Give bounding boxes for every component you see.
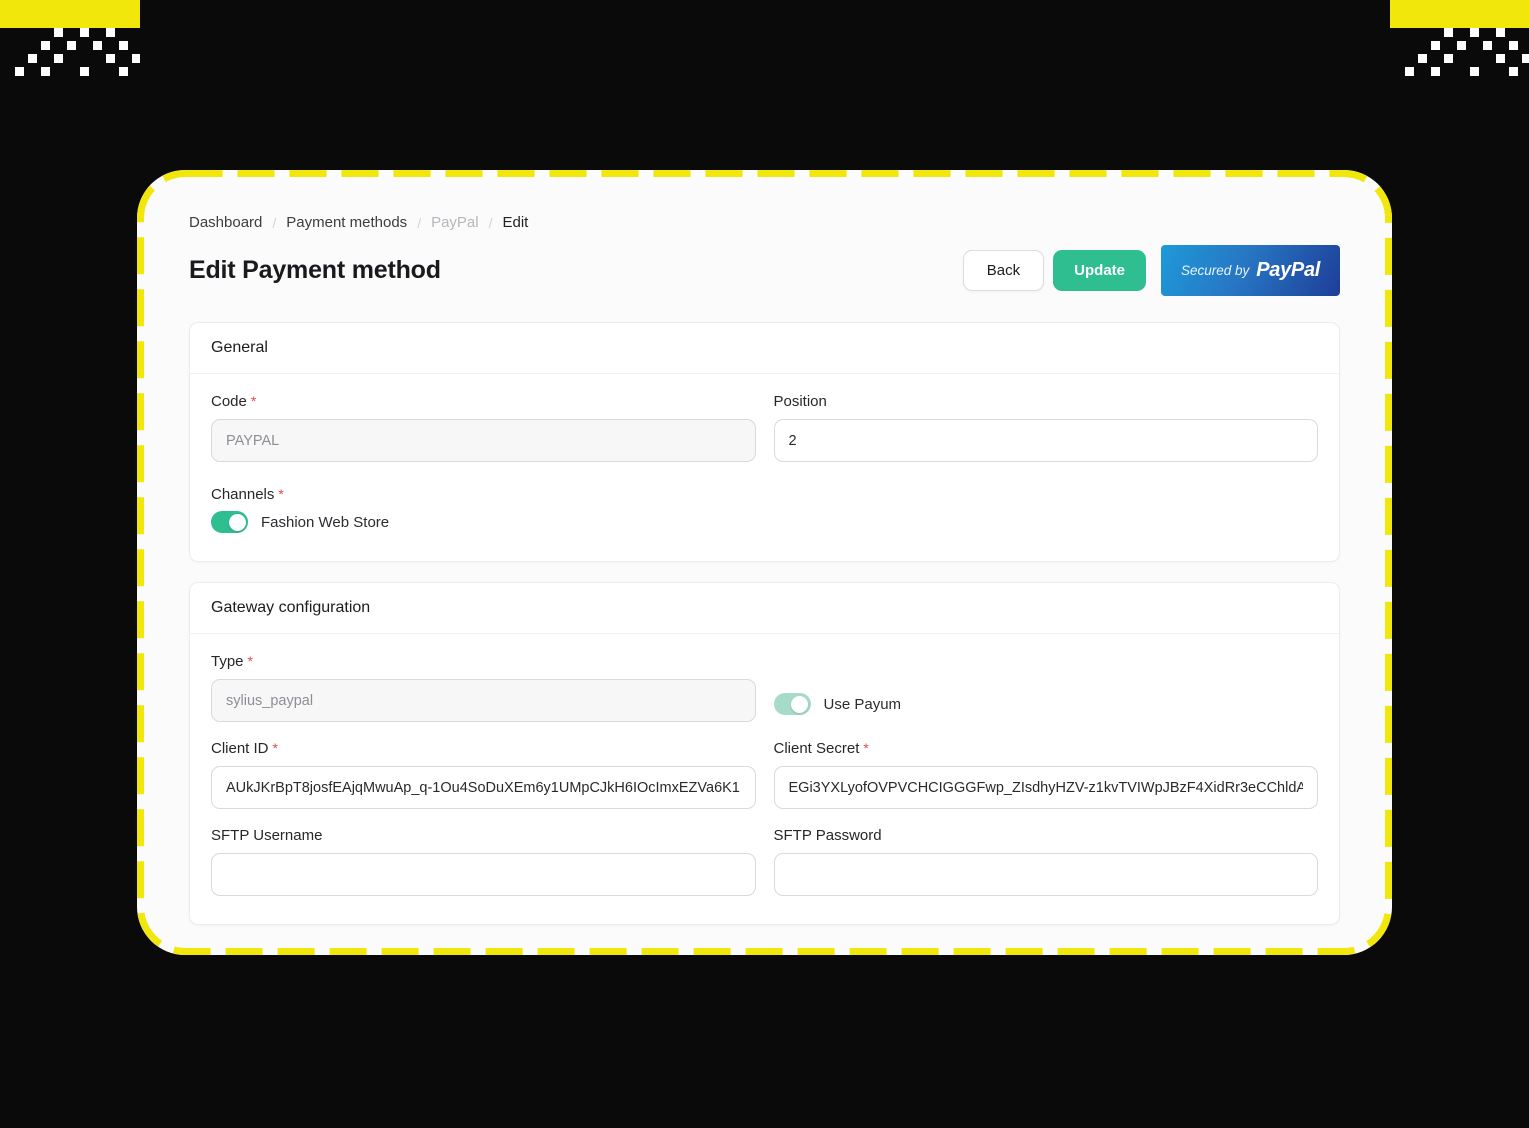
edit-payment-method-card: Dashboard / Payment methods / PayPal / E… (137, 170, 1392, 955)
channel-fashion-web-store-toggle[interactable] (211, 511, 248, 533)
gateway-configuration-section: Gateway configuration Type* Use Payum C (189, 582, 1340, 925)
breadcrumb-paypal[interactable]: PayPal (431, 214, 479, 231)
use-payum-toggle[interactable] (774, 693, 811, 715)
required-asterisk: * (251, 393, 256, 409)
page-header: Edit Payment method Back Update Secured … (189, 245, 1340, 296)
breadcrumb-edit: Edit (503, 214, 529, 231)
required-asterisk: * (248, 653, 253, 669)
sftp-password-label: SFTP Password (774, 827, 1319, 844)
required-asterisk: * (273, 740, 278, 756)
position-field-group: Position (774, 393, 1319, 462)
required-asterisk: * (278, 486, 283, 502)
page-title: Edit Payment method (189, 256, 441, 285)
code-input[interactable] (211, 419, 756, 462)
paypal-logo-text: PayPal (1256, 259, 1320, 282)
header-actions: Back Update Secured by PayPal (963, 245, 1340, 296)
use-payum-field-group: Use Payum (774, 653, 1319, 722)
sftp-username-label: SFTP Username (211, 827, 756, 844)
secured-by-text: Secured by (1181, 263, 1249, 278)
client-id-label: Client ID* (211, 740, 756, 757)
sftp-username-input[interactable] (211, 853, 756, 896)
general-section: General Code* Position Chann (189, 322, 1340, 562)
channels-label: Channels* (211, 486, 1318, 503)
code-field-group: Code* (211, 393, 756, 462)
decor-yellow-bar-right-bottom (1390, 0, 1529, 28)
type-label: Type* (211, 653, 756, 670)
breadcrumb: Dashboard / Payment methods / PayPal / E… (189, 214, 1340, 231)
sftp-password-input[interactable] (774, 853, 1319, 896)
client-secret-input[interactable] (774, 766, 1319, 809)
channels-field-group: Channels* Fashion Web Store (211, 486, 1318, 533)
use-payum-label: Use Payum (824, 696, 902, 713)
client-id-field-group: Client ID* (211, 740, 756, 809)
gateway-configuration-title: Gateway configuration (190, 583, 1339, 634)
code-label: Code* (211, 393, 756, 410)
position-input[interactable] (774, 419, 1319, 462)
client-secret-label: Client Secret* (774, 740, 1319, 757)
general-section-title: General (190, 323, 1339, 374)
position-label: Position (774, 393, 1319, 410)
client-id-input[interactable] (211, 766, 756, 809)
client-secret-field-group: Client Secret* (774, 740, 1319, 809)
breadcrumb-payment-methods[interactable]: Payment methods (286, 214, 407, 231)
channel-fashion-web-store-label: Fashion Web Store (261, 514, 389, 531)
decor-yellow-bar-left-bottom (0, 0, 140, 28)
type-input[interactable] (211, 679, 756, 722)
type-field-group: Type* (211, 653, 756, 722)
sftp-password-field-group: SFTP Password (774, 827, 1319, 896)
update-button[interactable]: Update (1053, 250, 1146, 291)
breadcrumb-dashboard[interactable]: Dashboard (189, 214, 262, 231)
secured-by-paypal-badge: Secured by PayPal (1161, 245, 1340, 296)
back-button[interactable]: Back (963, 250, 1044, 291)
breadcrumb-separator: / (272, 215, 276, 231)
required-asterisk: * (863, 740, 868, 756)
breadcrumb-separator: / (417, 215, 421, 231)
sftp-username-field-group: SFTP Username (211, 827, 756, 896)
breadcrumb-separator: / (489, 215, 493, 231)
